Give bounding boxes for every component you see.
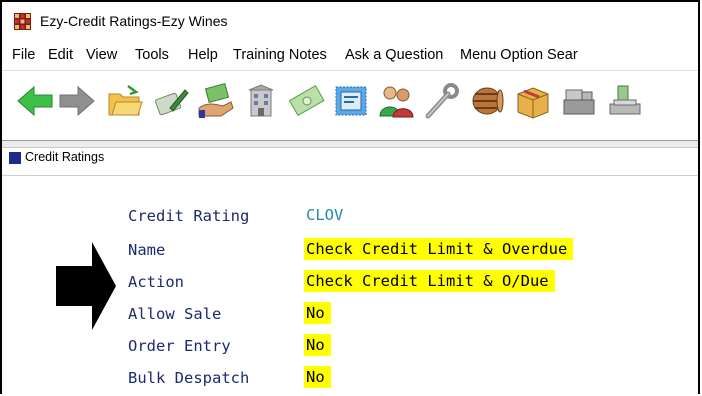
cash-register-icon[interactable] (560, 82, 598, 120)
allow-sale-field[interactable]: No (304, 302, 331, 324)
app-logo-icon (14, 13, 31, 30)
money-stack-icon[interactable] (606, 82, 644, 120)
barrel-icon[interactable] (468, 82, 506, 120)
building-icon[interactable] (242, 82, 280, 120)
action-field[interactable]: Check Credit Limit & O/Due (304, 270, 555, 292)
credit-rating-code[interactable]: CLOV (304, 204, 349, 226)
menu-option-search[interactable]: Menu Option Sear (460, 47, 578, 63)
menu-view[interactable]: View (86, 47, 117, 63)
menu-ask-a-question[interactable]: Ask a Question (345, 47, 443, 63)
menu-help[interactable]: Help (188, 47, 218, 63)
field-label: Name (128, 241, 166, 259)
menu-training-notes[interactable]: Training Notes (233, 47, 327, 63)
divider (2, 175, 698, 176)
open-folder-icon[interactable] (106, 82, 144, 120)
menu-edit[interactable]: Edit (48, 47, 73, 63)
pen-notes-icon[interactable] (152, 82, 190, 120)
field-label: Action (128, 273, 184, 291)
pointer-arrow-icon (56, 242, 116, 330)
name-field[interactable]: Check Credit Limit & Overdue (304, 238, 574, 260)
forward-arrow-icon[interactable] (58, 82, 96, 120)
people-icon[interactable] (377, 82, 415, 120)
form-header: Credit Ratings (6, 149, 698, 167)
field-label: Order Entry (128, 337, 231, 355)
form-header-icon (9, 152, 21, 164)
menu-file[interactable]: File (12, 47, 35, 63)
toolbar-separator (2, 140, 698, 148)
title-bar: Ezy-Credit Ratings-Ezy Wines (2, 2, 698, 42)
app-window: Ezy-Credit Ratings-Ezy Wines File Edit V… (0, 0, 700, 394)
field-label: Bulk Despatch (128, 369, 250, 387)
box-icon[interactable] (514, 82, 552, 120)
back-arrow-icon[interactable] (16, 82, 54, 120)
wrench-icon[interactable] (422, 82, 460, 120)
stamp-icon[interactable] (332, 82, 370, 120)
menu-bar: File Edit View Tools Help Training Notes… (2, 42, 698, 68)
toolbar (2, 70, 698, 143)
menu-tools[interactable]: Tools (135, 47, 169, 63)
window-title: Ezy-Credit Ratings-Ezy Wines (40, 13, 228, 29)
cheque-icon[interactable] (288, 82, 326, 120)
field-label: Allow Sale (128, 305, 222, 323)
field-label: Credit Rating (128, 207, 250, 225)
order-entry-field[interactable]: No (304, 334, 331, 356)
form-header-title: Credit Ratings (25, 150, 105, 164)
hand-money-icon[interactable] (197, 82, 235, 120)
bulk-despatch-field[interactable]: No (304, 366, 331, 388)
